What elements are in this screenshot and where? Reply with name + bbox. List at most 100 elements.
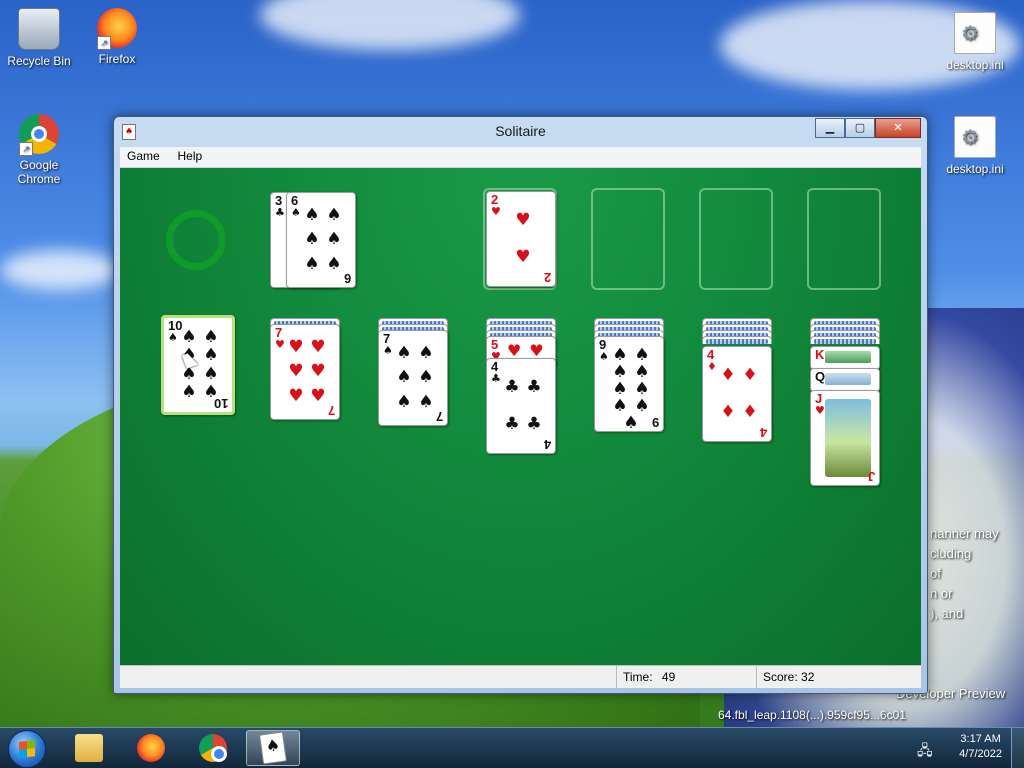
network-icon[interactable]: 🖧 — [917, 740, 933, 764]
chrome-icon: ↗ — [19, 114, 59, 156]
firefox-icon — [137, 734, 165, 762]
wallpaper-text: 64.fbl_leap.1108(...).959cf95...6c01 — [718, 708, 906, 722]
title-bar[interactable]: ♠ Solitaire ▁ ▢ ✕ — [114, 117, 927, 145]
card-suit: ♥ — [815, 404, 825, 417]
card-suit: ♠ — [291, 206, 301, 219]
wallpaper-text: of — [930, 566, 941, 581]
desktop-icon-recycle-bin[interactable]: Recycle Bin — [4, 8, 74, 68]
wallpaper-text: cluding — [930, 546, 972, 561]
card-rank-bottom: 4 — [759, 425, 767, 440]
clock-time: 3:17 AM — [960, 733, 1001, 745]
chrome-icon — [199, 734, 227, 762]
tableau-2-card[interactable]: 7 ♥ ♥ ♥ ♥ ♥ ♥ ♥ 7 — [270, 324, 340, 420]
card-pips: ♦ ♦ ♦ ♦ — [720, 365, 758, 422]
solitaire-window[interactable]: ♠ Solitaire ▁ ▢ ✕ Game Help 3 ♣ 6 ♠ ♠ ♠ ♠ ♠… — [113, 116, 928, 694]
desktop-icon-desktop-ini-2[interactable]: desktop.ini — [940, 116, 1010, 176]
time-label: Time: — [623, 670, 653, 684]
foundation-card[interactable]: 2 ♥ ♥ ♥ 2 — [486, 191, 556, 287]
desktop-icon-label: desktop.ini — [946, 162, 1004, 176]
face-card-art — [825, 351, 871, 363]
settings-file-icon — [954, 116, 996, 158]
foundation-2[interactable] — [591, 188, 665, 290]
solitaire-icon — [259, 731, 287, 765]
tableau-7-card-queen[interactable]: Q — [810, 368, 880, 392]
card-pips: ♥♥ — [515, 210, 531, 267]
cloud — [260, 0, 520, 50]
waste-card-top[interactable]: 6 ♠ ♠ ♠ ♠ ♠ ♠ ♠ 6 — [286, 192, 356, 288]
foundation-3[interactable] — [699, 188, 773, 290]
desktop-icon-label: desktop.ini — [946, 58, 1004, 72]
score-display: Score: 32 — [756, 666, 923, 688]
start-button[interactable] — [8, 730, 46, 768]
facedown-card — [810, 336, 880, 344]
desktop-icon-label: Firefox — [98, 52, 136, 66]
card-rank-bottom: 10 — [213, 396, 228, 411]
score-label: Score: — [763, 670, 798, 684]
firefox-icon: ↗ — [97, 8, 137, 50]
window-title: Solitaire — [495, 123, 546, 139]
time-value: 49 — [661, 670, 676, 684]
desktop-icon-firefox[interactable]: ↗ Firefox — [82, 8, 152, 66]
window-controls: ▁ ▢ ✕ — [815, 118, 921, 138]
desktop-icon-label: Recycle Bin — [7, 54, 71, 68]
tableau-4-card-2[interactable]: 4 ♣ ♣ ♣ ♣ ♣ 4 — [486, 358, 556, 454]
face-card-art — [825, 399, 871, 477]
stock-pile-empty[interactable] — [166, 210, 226, 270]
show-desktop-button[interactable] — [1011, 728, 1024, 768]
tableau-6-card[interactable]: 4 ♦ ♦ ♦ ♦ ♦ 4 — [702, 346, 772, 442]
taskbar: 🖧 3:17 AM 4/7/2022 — [0, 727, 1024, 768]
system-clock[interactable]: 3:17 AM 4/7/2022 — [959, 732, 1002, 762]
settings-file-icon — [954, 12, 996, 54]
tableau-7-card-jack[interactable]: J ♥ J — [810, 390, 880, 486]
facedown-card — [702, 336, 772, 344]
desktop-icon-label: Google Chrome — [17, 158, 61, 186]
card-suit: ♣ — [275, 206, 285, 219]
card-pips: ♠ ♠ ♠ ♠ ♠ ♠ — [396, 342, 434, 413]
taskbar-explorer[interactable] — [62, 730, 116, 766]
wallpaper-text: nanner may — [930, 526, 999, 541]
windows-logo-icon — [19, 740, 35, 758]
card-suit: ♦ — [707, 360, 717, 373]
taskbar-firefox[interactable] — [124, 730, 178, 766]
maximize-button[interactable]: ▢ — [845, 118, 875, 138]
card-pips: ♥ ♥ ♥ ♥ ♥ ♥ — [288, 336, 326, 407]
menu-help[interactable]: Help — [171, 147, 210, 165]
card-rank-bottom: 7 — [435, 409, 443, 424]
card-rank-bottom: J — [867, 469, 875, 484]
taskbar-solitaire[interactable] — [246, 730, 300, 766]
foundation-4[interactable] — [807, 188, 881, 290]
tableau-7-card-king[interactable]: K — [810, 346, 880, 370]
minimize-button[interactable]: ▁ — [815, 118, 845, 138]
folder-icon — [75, 734, 103, 762]
tableau-1-card[interactable]: 10 ♠ ♠ ♠ ♠ ♠ ♠ ♠ ♠ ♠ 10 — [161, 315, 235, 415]
card-suit: ♥ — [491, 205, 501, 218]
foundation-1[interactable]: 2 ♥ ♥ ♥ 2 — [483, 188, 557, 290]
card-rank-bottom: 4 — [543, 437, 551, 452]
card-rank: Q — [815, 369, 826, 384]
score-value: 32 — [801, 670, 815, 684]
close-button[interactable]: ✕ — [875, 118, 921, 138]
desktop-icon-chrome[interactable]: ↗ Google Chrome — [4, 114, 74, 186]
card-rank-bottom: 2 — [543, 270, 551, 285]
status-bar: Time: 49 Score: 32 — [120, 665, 921, 688]
menu-bar: Game Help — [120, 147, 921, 168]
menu-game[interactable]: Game — [120, 147, 167, 165]
wallpaper-text: n or — [930, 586, 953, 601]
card-suit: ♣ — [491, 372, 501, 385]
card-rank-bottom: 7 — [327, 403, 335, 418]
face-card-art — [825, 373, 871, 385]
taskbar-chrome[interactable] — [186, 730, 240, 766]
game-board[interactable]: 3 ♣ 6 ♠ ♠ ♠ ♠ ♠ ♠ ♠ 6 2 ♥ ♥ ♥ 2 10 ♠ ♠ ♠ ♠ ♠ ♠ ♠ ♠ ♠ … — [120, 168, 921, 665]
card-pips: ♣ ♣ ♣ ♣ — [504, 377, 542, 434]
tableau-3-card[interactable]: 7 ♠ ♠ ♠ ♠ ♠ ♠ ♠ 7 — [378, 330, 448, 426]
tableau-5-card[interactable]: 9 ♠ ♠ ♠ ♠ ♠ ♠ ♠ ♠ ♠ ♠ 9 — [594, 336, 664, 432]
card-suit: ♥ — [275, 338, 285, 351]
desktop-icon-desktop-ini[interactable]: desktop.ini — [940, 12, 1010, 72]
cloud — [0, 250, 120, 290]
card-suit: ♠ — [599, 350, 609, 363]
recycle-bin-icon — [18, 8, 60, 50]
card-suit: ♠ — [383, 344, 393, 357]
card-rank: K — [815, 347, 825, 362]
clock-date: 4/7/2022 — [959, 748, 1002, 760]
card-rank-bottom: 6 — [343, 271, 351, 286]
